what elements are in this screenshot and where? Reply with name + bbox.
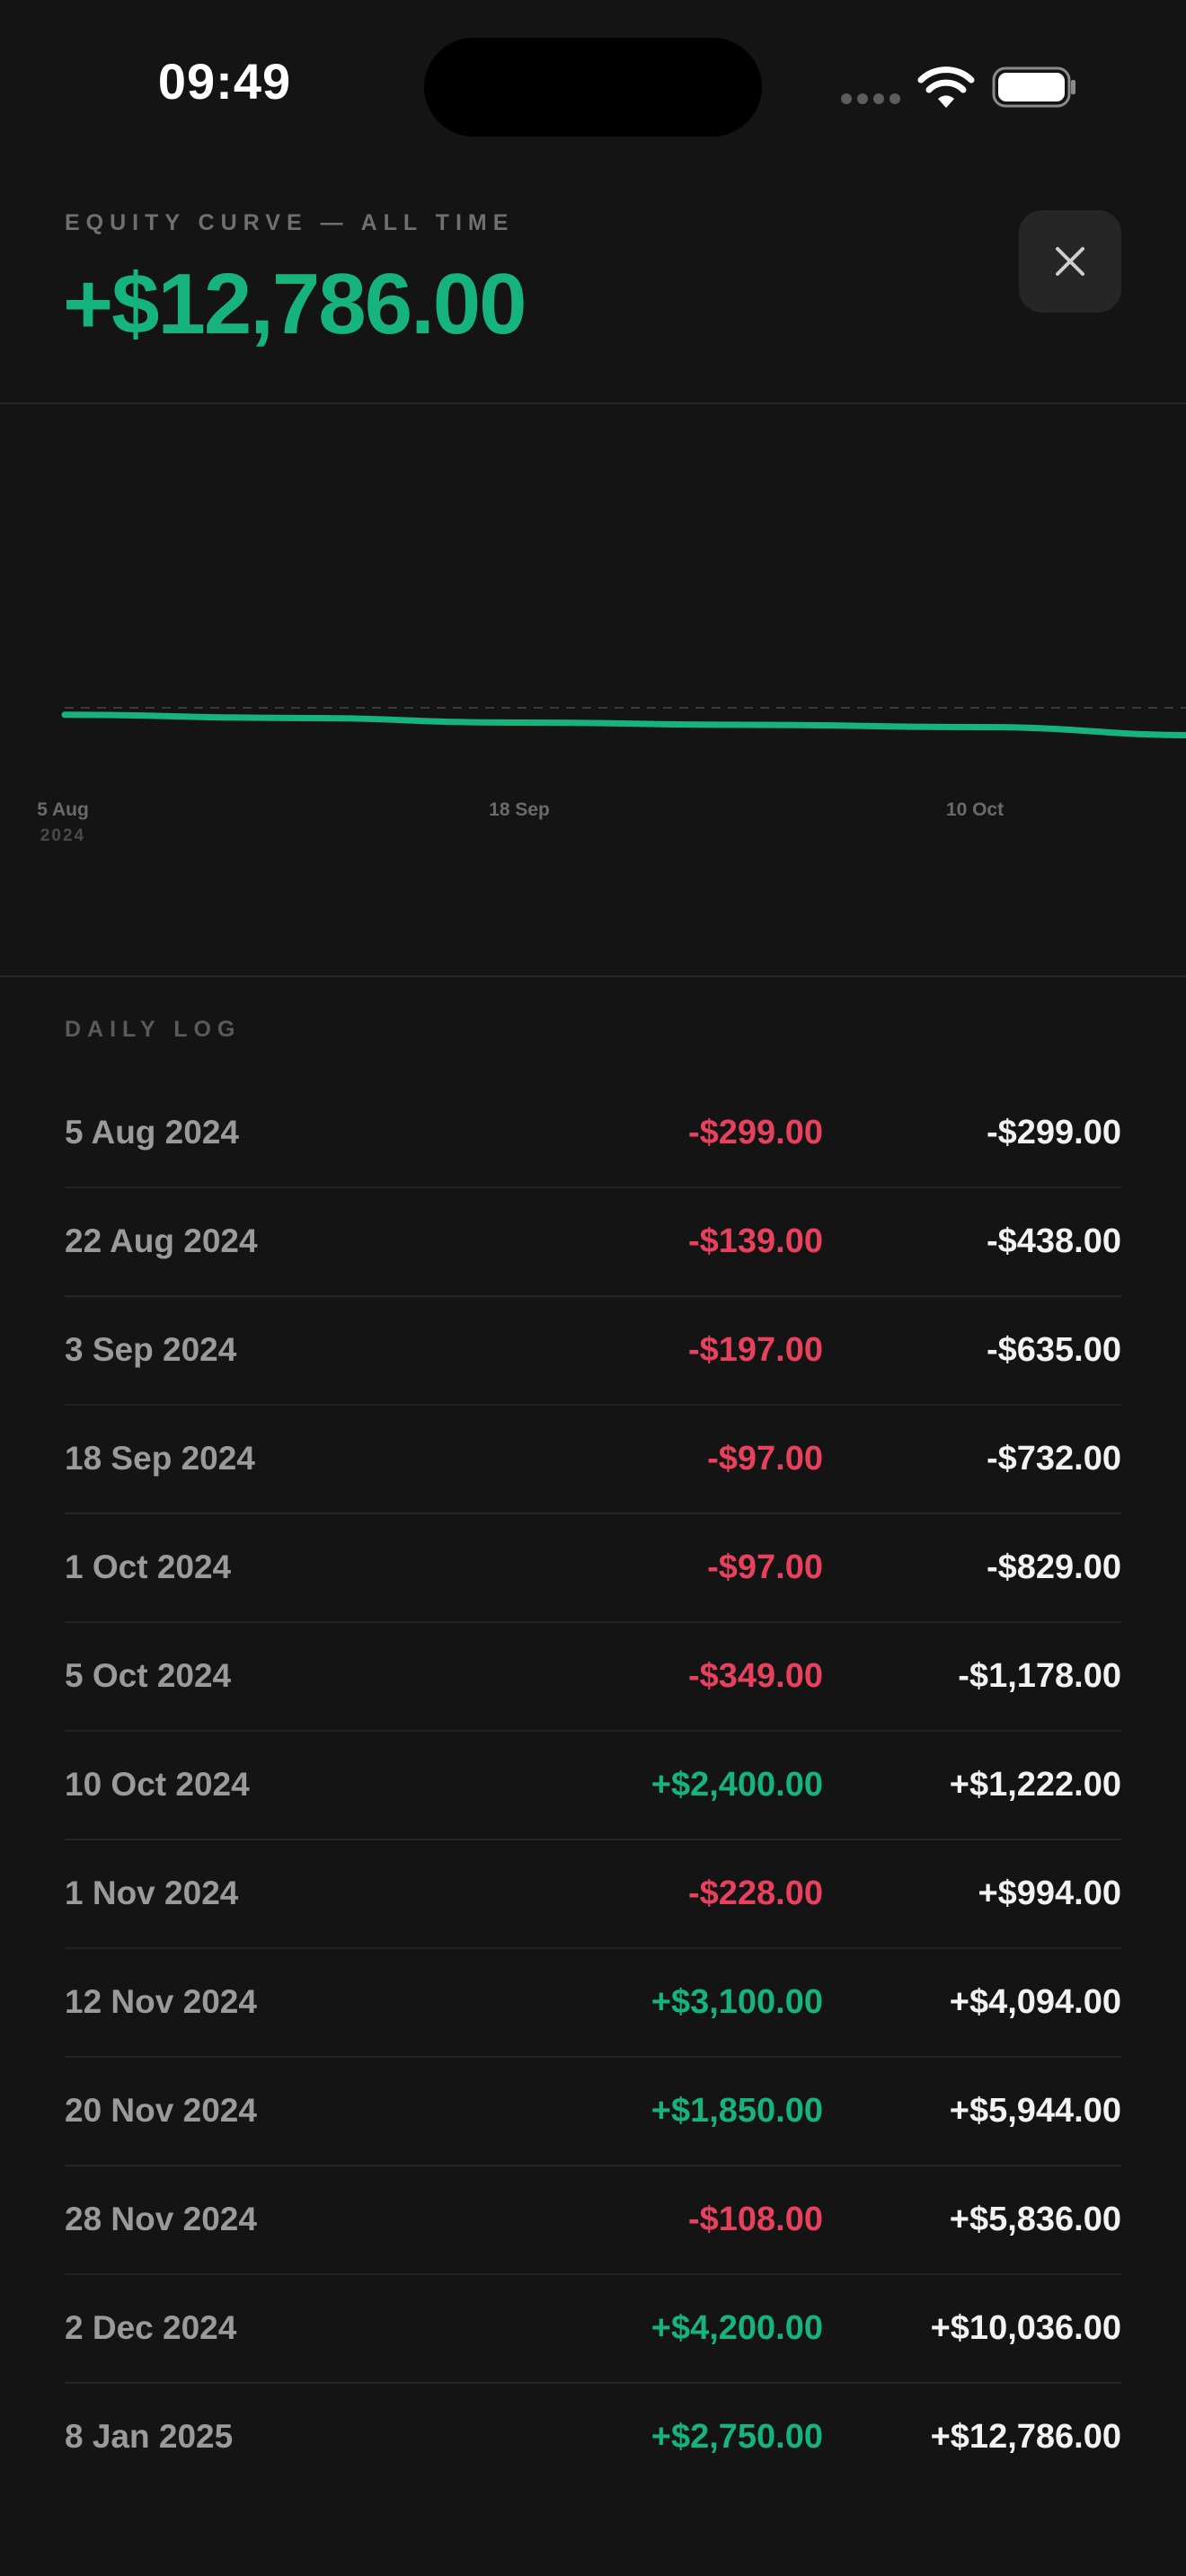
log-date: 18 Sep 2024 (65, 1440, 255, 1477)
log-row[interactable]: 18 Sep 2024 -$97.00 -$732.00 (65, 1406, 1121, 1514)
log-daily-change: +$2,400.00 (651, 1766, 823, 1804)
log-row[interactable]: 28 Nov 2024 -$108.00 +$5,836.00 (65, 2166, 1121, 2275)
log-cumulative: -$732.00 (986, 1440, 1121, 1478)
log-daily-change: +$2,750.00 (651, 2418, 823, 2456)
chart-eyebrow-label: EQUITY CURVE — ALL TIME (65, 210, 515, 235)
log-date: 5 Aug 2024 (65, 1114, 239, 1151)
log-daily-change: -$349.00 (687, 1657, 823, 1695)
log-date: 8 Jan 2025 (65, 2418, 234, 2455)
log-date: 10 Oct 2024 (65, 1766, 250, 1803)
log-daily-change: +$1,850.00 (651, 2092, 823, 2130)
log-cumulative: +$4,094.00 (949, 1983, 1121, 2021)
log-cumulative: +$10,036.00 (930, 2309, 1121, 2347)
x-tick-label: 10 Oct (946, 799, 1004, 820)
log-daily-change: -$108.00 (687, 2201, 823, 2238)
log-daily-change: -$97.00 (707, 1440, 823, 1478)
log-row[interactable]: 10 Oct 2024 +$2,400.00 +$1,222.00 (65, 1732, 1121, 1840)
equity-chart[interactable]: 5 Aug 2024 18 Sep 10 Oct (0, 404, 1186, 975)
log-date: 1 Nov 2024 (65, 1875, 239, 1911)
log-date: 5 Oct 2024 (65, 1657, 232, 1694)
wifi-icon (917, 66, 975, 108)
log-daily-change: -$228.00 (687, 1875, 823, 1912)
log-row[interactable]: 20 Nov 2024 +$1,850.00 +$5,944.00 (65, 2058, 1121, 2166)
equity-curve-screen: 09:49 EQUITY CURVE — ALL TIME +$12,786.0… (0, 0, 1186, 2576)
log-cumulative: +$12,786.00 (930, 2418, 1121, 2456)
equity-total: +$12,786.00 (63, 256, 527, 352)
log-date: 12 Nov 2024 (65, 1983, 257, 2020)
log-daily-change: +$4,200.00 (651, 2309, 823, 2347)
log-cumulative: -$635.00 (986, 1331, 1121, 1369)
log-cumulative: -$1,178.00 (958, 1657, 1121, 1695)
log-date: 1 Oct 2024 (65, 1548, 232, 1585)
daily-log-list: 5 Aug 2024 -$299.00 -$299.00 22 Aug 2024… (65, 1080, 1121, 2492)
status-time: 09:49 (157, 53, 292, 110)
x-tick-sublabel: 2024 (40, 826, 85, 845)
log-cumulative: -$829.00 (986, 1548, 1121, 1586)
log-cumulative: -$299.00 (986, 1114, 1121, 1151)
log-row[interactable]: 12 Nov 2024 +$3,100.00 +$4,094.00 (65, 1949, 1121, 2058)
log-row[interactable]: 8 Jan 2025 +$2,750.00 +$12,786.00 (65, 2384, 1121, 2492)
log-daily-change: -$139.00 (687, 1222, 823, 1260)
log-row[interactable]: 1 Oct 2024 -$97.00 -$829.00 (65, 1514, 1121, 1623)
log-row[interactable]: 22 Aug 2024 -$139.00 -$438.00 (65, 1188, 1121, 1297)
close-icon (1056, 247, 1084, 276)
section-divider (0, 975, 1186, 977)
log-date: 22 Aug 2024 (65, 1222, 258, 1259)
log-daily-change: +$3,100.00 (651, 1983, 823, 2021)
log-daily-change: -$197.00 (687, 1331, 823, 1369)
status-bar: 09:49 (0, 0, 1186, 162)
log-date: 28 Nov 2024 (65, 2201, 257, 2237)
x-tick-label: 18 Sep (489, 799, 550, 820)
log-cumulative: +$994.00 (978, 1875, 1121, 1912)
log-daily-change: -$299.00 (687, 1114, 823, 1151)
log-row[interactable]: 2 Dec 2024 +$4,200.00 +$10,036.00 (65, 2275, 1121, 2384)
close-button[interactable] (1019, 210, 1121, 313)
log-date: 3 Sep 2024 (65, 1331, 237, 1368)
dynamic-island (424, 38, 762, 137)
equity-line (61, 711, 1186, 739)
log-daily-change: -$97.00 (707, 1548, 823, 1586)
log-date: 2 Dec 2024 (65, 2309, 237, 2346)
log-row[interactable]: 1 Nov 2024 -$228.00 +$994.00 (65, 1840, 1121, 1949)
log-cumulative: +$1,222.00 (949, 1766, 1121, 1804)
log-date: 20 Nov 2024 (65, 2092, 257, 2129)
log-row[interactable]: 5 Aug 2024 -$299.00 -$299.00 (65, 1080, 1121, 1188)
log-cumulative: +$5,944.00 (949, 2092, 1121, 2130)
log-row[interactable]: 5 Oct 2024 -$349.00 -$1,178.00 (65, 1623, 1121, 1732)
x-tick-label: 5 Aug (37, 799, 89, 820)
battery-icon (992, 66, 1075, 108)
cellular-dots-icon (841, 93, 900, 104)
log-cumulative: -$438.00 (986, 1222, 1121, 1260)
log-row[interactable]: 3 Sep 2024 -$197.00 -$635.00 (65, 1297, 1121, 1406)
daily-log-heading: DAILY LOG (65, 1017, 242, 1042)
log-cumulative: +$5,836.00 (949, 2201, 1121, 2238)
